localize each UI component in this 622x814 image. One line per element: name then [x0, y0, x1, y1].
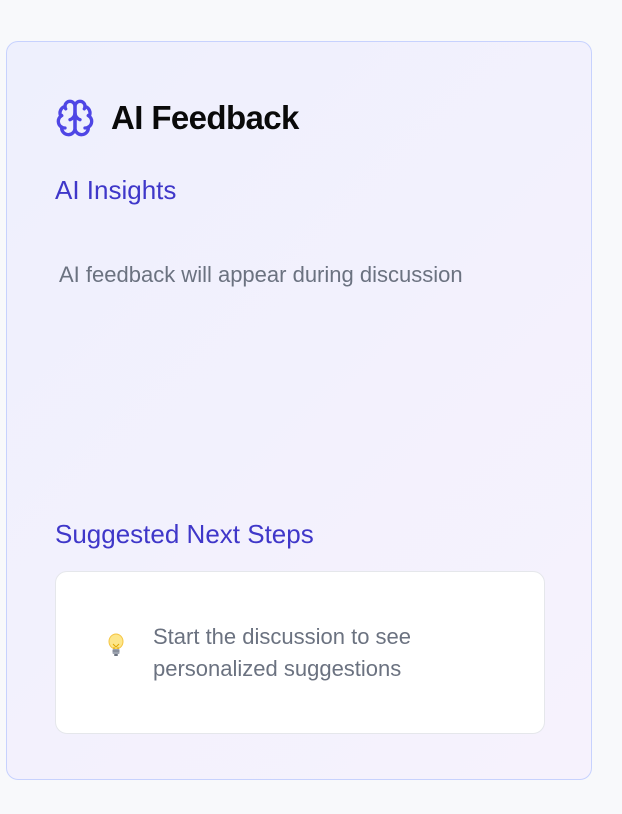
panel-header: AI Feedback — [55, 98, 299, 138]
panel-title: AI Feedback — [111, 99, 299, 136]
ai-insights-heading: AI Insights — [55, 175, 177, 205]
suggested-next-steps-heading: Suggested Next Steps — [55, 519, 314, 549]
lightbulb-icon — [106, 632, 126, 660]
suggestions-card: Start the discussion to see personalized… — [55, 571, 545, 734]
ai-insights-placeholder: AI feedback will appear during discussio… — [59, 262, 463, 287]
suggestions-empty-message: Start the discussion to see personalized… — [153, 624, 412, 681]
ai-feedback-panel: AI Feedback AI Insights AI feedback will… — [6, 41, 592, 780]
brain-icon — [55, 98, 95, 138]
